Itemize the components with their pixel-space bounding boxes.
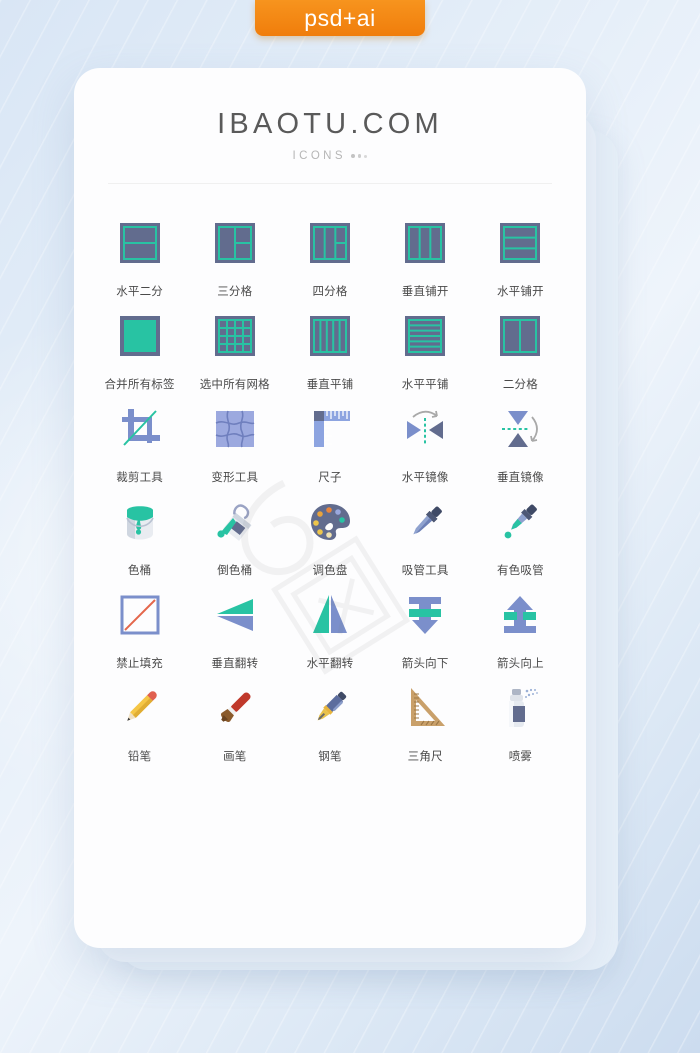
tile-horizontal-icon (394, 305, 456, 367)
ruler-icon (299, 398, 361, 460)
pour-bucket-icon (204, 491, 266, 553)
icon-cell-grid-4[interactable]: 四分格 (282, 212, 377, 299)
icon-label: 三角尺 (407, 751, 443, 763)
icon-cell-flip-vertical[interactable]: 垂直翻转 (187, 584, 282, 671)
icon-cell-split-horizontal-2[interactable]: 水平二分 (92, 212, 187, 299)
icon-label: 尺子 (318, 472, 342, 484)
palette-icon (299, 491, 361, 553)
icon-label: 四分格 (312, 286, 348, 298)
icon-cell-paintbrush[interactable]: 画笔 (187, 677, 282, 764)
icon-cell-merge-all-labels[interactable]: 合并所有标签 (92, 305, 187, 392)
icon-cell-grid-2[interactable]: 二分格 (473, 305, 568, 392)
paint-bucket-icon (109, 491, 171, 553)
icon-cell-spray[interactable]: 喷雾 (473, 677, 568, 764)
flip-mirror-h-icon (394, 398, 456, 460)
transform-tool-icon (204, 398, 266, 460)
paintbrush-icon (204, 677, 266, 739)
merge-all-labels-icon (109, 305, 171, 367)
crop-tool-icon (109, 398, 171, 460)
grid-2-icon (489, 305, 551, 367)
icon-label: 选中所有网格 (199, 379, 270, 391)
fountain-pen-icon (299, 677, 361, 739)
icon-label: 垂直翻转 (211, 658, 259, 670)
icon-label: 禁止填充 (116, 658, 163, 670)
icon-label: 倒色桶 (217, 565, 253, 577)
format-badge: psd+ai (255, 0, 425, 36)
icon-label: 有色吸管 (496, 565, 544, 577)
icon-label: 垂直平铺 (306, 379, 354, 391)
no-fill-icon (109, 584, 171, 646)
icon-label: 钢笔 (318, 751, 342, 763)
flip-mirror-v-icon (489, 398, 551, 460)
flip-horizontal-icon (299, 584, 361, 646)
tile-vertical-open-icon (394, 212, 456, 274)
arrow-down-icon (394, 584, 456, 646)
set-square-icon (394, 677, 456, 739)
icon-cell-paint-bucket[interactable]: 色桶 (92, 491, 187, 578)
arrow-up-icon (489, 584, 551, 646)
icon-cell-select-all-cells[interactable]: 选中所有网格 (187, 305, 282, 392)
page-subtitle-row: ICONS (74, 150, 586, 162)
icon-cell-flip-horizontal[interactable]: 水平翻转 (282, 584, 377, 671)
icon-label: 色桶 (127, 565, 152, 577)
format-badge-label: psd+ai (304, 4, 376, 31)
tile-vertical-icon (299, 305, 361, 367)
spray-icon (489, 677, 551, 739)
subtitle-dots-icon (350, 154, 368, 158)
icon-label: 铅笔 (127, 751, 152, 763)
icon-label: 合并所有标签 (104, 379, 175, 391)
icon-cell-fountain-pen[interactable]: 钢笔 (282, 677, 377, 764)
grid-3-icon (204, 212, 266, 274)
icon-label: 水平二分 (116, 286, 163, 298)
icon-label: 水平平铺 (401, 379, 449, 391)
eyedropper-color-icon (489, 491, 551, 553)
icon-cell-no-fill[interactable]: 禁止填充 (92, 584, 187, 671)
icon-label: 垂直铺开 (401, 286, 449, 298)
icon-cell-flip-mirror-h[interactable]: 水平镜像 (378, 398, 473, 485)
eyedropper-icon (394, 491, 456, 553)
icon-label: 三分格 (217, 286, 253, 298)
panel-header: IBAOTU.COM ICONS (74, 68, 586, 162)
icon-label: 水平镜像 (401, 472, 449, 484)
flip-vertical-icon (204, 584, 266, 646)
icon-label: 裁剪工具 (116, 472, 163, 484)
icon-label: 箭头向下 (401, 658, 449, 670)
icon-cell-arrow-down[interactable]: 箭头向下 (378, 584, 473, 671)
icon-cell-flip-mirror-v[interactable]: 垂直镜像 (473, 398, 568, 485)
pencil-icon (109, 677, 171, 739)
icon-label: 水平翻转 (306, 658, 354, 670)
icon-cell-eyedropper[interactable]: 吸管工具 (378, 491, 473, 578)
icon-cell-pour-bucket[interactable]: 倒色桶 (187, 491, 282, 578)
tile-horizontal-open-icon (489, 212, 551, 274)
icon-grid: 水平二分 三分格 四分格 垂直铺开 水平铺开 合并所有标签 选中所有网格 垂直平… (74, 184, 586, 764)
icon-cell-transform-tool[interactable]: 变形工具 (187, 398, 282, 485)
icon-cell-tile-vertical-open[interactable]: 垂直铺开 (378, 212, 473, 299)
icon-label: 喷雾 (508, 751, 533, 763)
icon-cell-eyedropper-color[interactable]: 有色吸管 (473, 491, 568, 578)
icon-cell-crop-tool[interactable]: 裁剪工具 (92, 398, 187, 485)
icon-label: 变形工具 (211, 472, 259, 484)
icon-cell-arrow-up[interactable]: 箭头向上 (473, 584, 568, 671)
icon-cell-grid-3[interactable]: 三分格 (187, 212, 282, 299)
page-title: IBAOTU.COM (217, 108, 443, 140)
icon-label: 二分格 (502, 379, 538, 391)
icon-label: 水平铺开 (496, 286, 544, 298)
split-horizontal-2-icon (109, 212, 171, 274)
icon-label: 吸管工具 (401, 565, 449, 577)
icon-cell-set-square[interactable]: 三角尺 (378, 677, 473, 764)
icon-set-panel: IBAOTU.COM ICONS 水平二分 三分格 四分格 垂直铺开 水平铺开 … (74, 68, 586, 948)
page-subtitle: ICONS (292, 150, 346, 162)
icon-label: 画笔 (223, 751, 247, 763)
grid-4-icon (299, 212, 361, 274)
icon-label: 箭头向上 (496, 658, 544, 670)
icon-cell-tile-vertical[interactable]: 垂直平铺 (282, 305, 377, 392)
icon-cell-ruler[interactable]: 尺子 (282, 398, 377, 485)
icon-cell-palette[interactable]: 调色盘 (282, 491, 377, 578)
icon-cell-tile-horizontal[interactable]: 水平平铺 (378, 305, 473, 392)
icon-label: 垂直镜像 (496, 472, 544, 484)
icon-cell-tile-horizontal-open[interactable]: 水平铺开 (473, 212, 568, 299)
icon-label: 调色盘 (312, 565, 348, 577)
select-all-cells-icon (204, 305, 266, 367)
icon-cell-pencil[interactable]: 铅笔 (92, 677, 187, 764)
